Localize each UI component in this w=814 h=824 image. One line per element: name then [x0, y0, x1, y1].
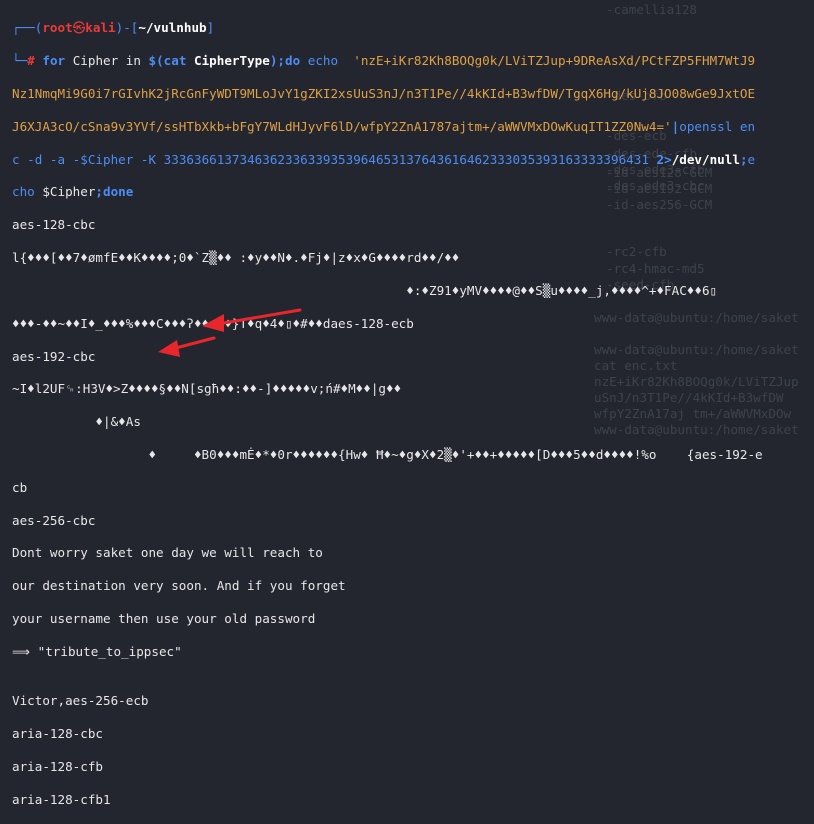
- semicolon: ;: [95, 184, 104, 200]
- password-hint-line: ⟹ "tribute_to_ippsec": [12, 643, 182, 659]
- prompt-hash: #: [27, 53, 35, 69]
- command-text: c -d -a -: [12, 151, 81, 167]
- command-line-1: └─# for Cipher in $(cat CipherType);do e…: [12, 53, 810, 69]
- terminal-output[interactable]: ┌──(root㉿kali)-[~/vulnhub] └─# for Ciphe…: [12, 4, 810, 824]
- command-text: cho: [12, 184, 43, 200]
- output-line: aria-128-cfb: [12, 758, 103, 774]
- output-line: aria-128-cbc: [12, 725, 103, 741]
- redirect: 2>: [648, 151, 672, 167]
- keyword-for: for: [42, 53, 66, 69]
- command-echo: echo: [300, 53, 354, 69]
- command-line-2: Nz1NmqMi9G0i7rGIvhK2jRcGnFyWDT9MLoJvY1gZ…: [12, 86, 810, 102]
- output-line: Dont worry saket one day we will reach t…: [12, 545, 323, 561]
- output-line: ♦:♦Z91♦yMV♦♦♦♦@♦♦S▒u♦♦♦♦_j,♦♦♦♦^+♦FAC♦♦6…: [12, 282, 718, 298]
- keyword-done: done: [103, 184, 134, 200]
- output-line: our destination very soon. And if you fo…: [12, 578, 346, 594]
- prompt-host: kali: [85, 20, 116, 36]
- base64-string: J6XJA3cO/cSna9v3YVf/ssHTbXkb+bFgY7WLdHJy…: [12, 118, 672, 134]
- command-substitution: );: [269, 53, 286, 69]
- output-line: ♦ ♦B0♦♦♦mĖ♦*♦0r♦♦♦♦♦♦{Hw♦ Ħ♦~♦g♦X♦2▒♦'+♦…: [12, 446, 763, 462]
- output-line: aes-256-cbc: [12, 512, 96, 528]
- username-cipher-line: Victor,aes-256-ecb: [12, 693, 149, 709]
- output-line: aria-128-cfb1: [12, 791, 111, 807]
- base64-string: 'nzE+iKr82Kh8BOQg0k/LViTZJup+9DReAsXd/PC…: [353, 53, 756, 69]
- output-line: cb: [12, 479, 28, 495]
- command-openssl: openssl: [679, 118, 733, 134]
- command-line-4: c -d -a -$Cipher -K 33363661373463623363…: [12, 152, 810, 168]
- command-substitution: $(cat: [148, 53, 195, 69]
- variable-cipher: $Cipher: [42, 184, 96, 200]
- prompt-user: root: [42, 20, 73, 36]
- dev-null: /dev/null: [671, 151, 740, 167]
- prompt-frame: )-[: [115, 20, 139, 36]
- command-text: en: [732, 118, 756, 134]
- semicolon: ;: [739, 151, 748, 167]
- prompt-frame: ]: [206, 20, 215, 36]
- command-text: -K: [133, 151, 164, 167]
- command-text: Cipher in: [65, 53, 149, 69]
- output-line: aes-128-cbc: [12, 217, 96, 233]
- variable-cipher: $Cipher: [80, 151, 134, 167]
- key-hex: 3336366137346362336339353964653137643616…: [163, 151, 649, 167]
- keyword-do: do: [285, 53, 301, 69]
- command-line-3: J6XJA3cO/cSna9v3YVf/ssHTbXkb+bFgY7WLdHJy…: [12, 119, 810, 135]
- prompt-line-1: ┌──(root㉿kali)-[~/vulnhub]: [12, 20, 810, 36]
- prompt-at-symbol: ㉿: [72, 20, 86, 36]
- output-line: aes-192-cbc: [12, 348, 96, 364]
- command-filename: CipherType: [194, 53, 270, 69]
- output-line: ♦♦♦-♦♦~♦♦I♦_♦♦♦%♦♦♦C♦♦♦ʔ♦♦:♦♦}T♦q♦4♦▯♦#♦…: [12, 315, 414, 331]
- command-line-5: cho $Cipher;done: [12, 184, 810, 200]
- prompt-path: ~/vulnhub: [138, 20, 207, 36]
- output-line: ~I♦l2UF␍:H3V♦>Z♦♦♦♦§♦♦N[sgħ♦♦:♦♦-]♦♦♦♦♦v…: [12, 381, 402, 397]
- command-text: e: [747, 151, 756, 167]
- output-line: your username then use your old password: [12, 611, 316, 627]
- output-line: l{♦♦♦[♦♦7♦ømfE♦♦K♦♦♦♦;0♦`Z▒♦♦ :♦y♦♦N♦.♦F…: [12, 250, 460, 266]
- prompt-frame: └─: [12, 53, 28, 69]
- prompt-frame: ┌──(: [12, 20, 43, 36]
- output-line: ♦|&♦As: [12, 414, 141, 430]
- base64-string: Nz1NmqMi9G0i7rGIvhK2jRcGnFyWDT9MLoJvY1gZ…: [12, 86, 756, 102]
